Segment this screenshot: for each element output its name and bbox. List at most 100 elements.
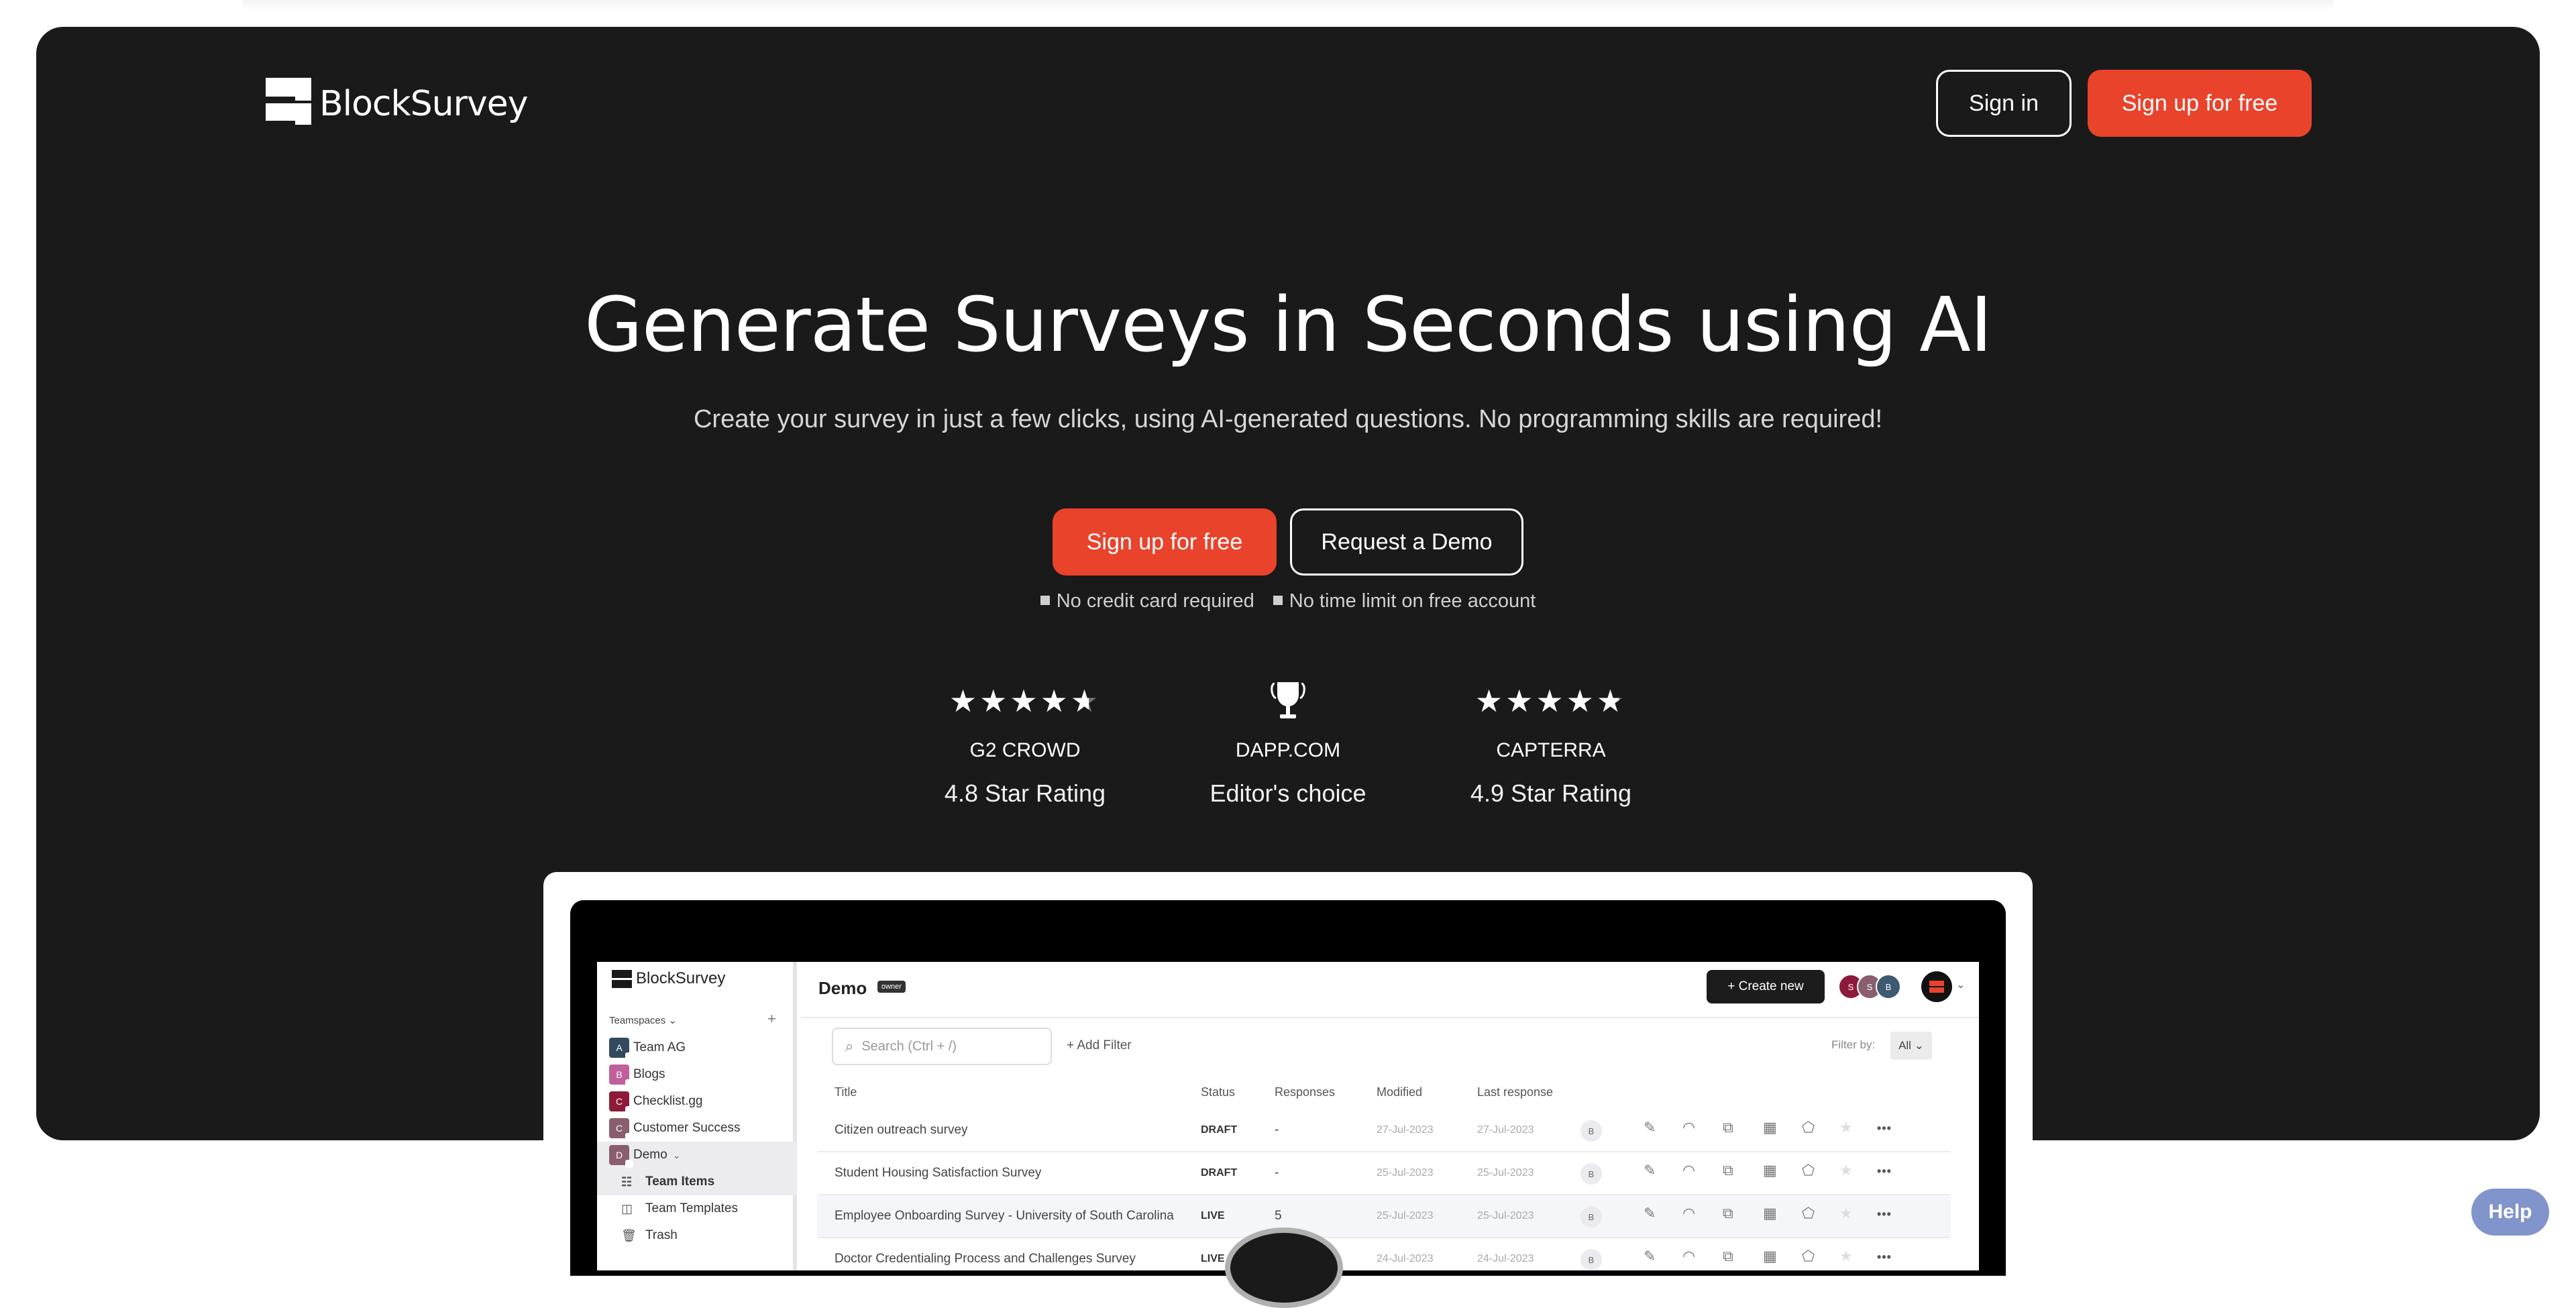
- user-menu-avatar[interactable]: [1921, 971, 1952, 1002]
- bullet-square-icon: [1040, 596, 1050, 606]
- edit-icon[interactable]: ✎: [1644, 1119, 1656, 1136]
- star-icon[interactable]: ★: [1839, 1162, 1853, 1179]
- preview-icon[interactable]: ◠: [1682, 1248, 1695, 1265]
- help-button[interactable]: Help: [2471, 1189, 2549, 1236]
- add-teamspace-icon[interactable]: +: [767, 1010, 776, 1028]
- table-row[interactable]: Doctor Credentialing Process and Challen…: [817, 1238, 1951, 1270]
- column-header[interactable]: Title: [835, 1085, 857, 1099]
- row-modified: 24-Jul-2023: [1377, 1253, 1434, 1264]
- sign-in-button[interactable]: Sign in: [1936, 70, 2072, 137]
- more-options-icon[interactable]: •••: [1877, 1207, 1892, 1221]
- avatar: B: [1876, 974, 1901, 999]
- app-preview: BlockSurvey Teamspaces ⌄ + A Team AG B B…: [597, 962, 1979, 1270]
- row-title[interactable]: Doctor Credentialing Process and Challen…: [835, 1252, 1136, 1266]
- teamspace-avatar: B: [609, 1065, 633, 1087]
- rating-capterra: ★★★★★ CAPTERRA 4.9 Star Rating: [1419, 677, 1682, 808]
- nav-sign-up-button[interactable]: Sign up for free: [2088, 70, 2312, 137]
- sidebar-item-team-templates[interactable]: ◫ Team Templates: [621, 1195, 797, 1222]
- video-play-button[interactable]: [1225, 1228, 1343, 1308]
- signup-notes: No credit card required No time limit on…: [0, 590, 2576, 612]
- row-status: DRAFT: [1201, 1124, 1238, 1136]
- tag-icon[interactable]: ⬠: [1802, 1205, 1815, 1222]
- tag-icon[interactable]: ⬠: [1802, 1119, 1815, 1136]
- tag-icon[interactable]: ⬠: [1802, 1248, 1815, 1265]
- row-last-response: 24-Jul-2023: [1477, 1253, 1534, 1264]
- more-options-icon[interactable]: •••: [1877, 1164, 1892, 1179]
- teamspace-item[interactable]: C Customer Success: [609, 1115, 797, 1142]
- sidebar-item-trash[interactable]: 🗑 Trash: [621, 1222, 797, 1249]
- note-item: No time limit on free account: [1273, 590, 1536, 612]
- sidebar-item-team-items[interactable]: ☷ Team Items: [597, 1168, 797, 1195]
- star-icon[interactable]: ★: [1839, 1119, 1853, 1136]
- hero-sign-up-button[interactable]: Sign up for free: [1053, 508, 1277, 576]
- star-icon[interactable]: ★: [1839, 1248, 1853, 1265]
- search-input[interactable]: ⌕ Search (Ctrl + /): [832, 1028, 1052, 1065]
- duplicate-icon[interactable]: ⧉: [1723, 1119, 1733, 1136]
- table-row[interactable]: Citizen outreach survey DRAFT - 27-Jul-2023…: [817, 1109, 1951, 1152]
- duplicate-icon[interactable]: ⧉: [1723, 1248, 1733, 1265]
- table-row[interactable]: Employee Onboarding Survey - University …: [817, 1195, 1951, 1238]
- row-last-response: 25-Jul-2023: [1477, 1210, 1534, 1221]
- row-title[interactable]: Citizen outreach survey: [835, 1123, 968, 1138]
- edit-icon[interactable]: ✎: [1644, 1205, 1656, 1222]
- teamspace-item[interactable]: B Blogs: [609, 1061, 797, 1088]
- duplicate-icon[interactable]: ⧉: [1723, 1162, 1733, 1179]
- column-header[interactable]: Status: [1201, 1085, 1235, 1099]
- results-icon[interactable]: ▦: [1763, 1205, 1777, 1222]
- row-status: DRAFT: [1201, 1167, 1238, 1179]
- hero-headline: Generate Surveys in Seconds using AI: [584, 282, 1992, 369]
- role-badge: owner: [877, 981, 906, 993]
- teamspace-item[interactable]: A Team AG: [609, 1034, 797, 1061]
- rating-source: CAPTERRA: [1496, 739, 1606, 761]
- column-header[interactable]: Modified: [1377, 1085, 1422, 1099]
- row-title[interactable]: Employee Onboarding Survey - University …: [835, 1209, 1174, 1223]
- row-last-response: 27-Jul-2023: [1477, 1124, 1534, 1136]
- bullet-square-icon: [1273, 596, 1283, 606]
- teamspace-item[interactable]: C Checklist.gg: [609, 1088, 797, 1115]
- teamspace-avatar: C: [609, 1091, 633, 1114]
- ratings-row: ★★★★★ G2 CROWD 4.8 Star Rating DAPP.COM …: [0, 677, 2576, 808]
- table-row[interactable]: Student Housing Satisfaction Survey DRAFT…: [817, 1152, 1951, 1195]
- results-icon[interactable]: ▦: [1763, 1119, 1777, 1136]
- filter-select[interactable]: All ⌄: [1890, 1032, 1932, 1060]
- star-icon[interactable]: ★: [1839, 1205, 1853, 1222]
- edit-icon[interactable]: ✎: [1644, 1248, 1656, 1265]
- request-demo-button[interactable]: Request a Demo: [1290, 508, 1523, 576]
- tag-icon[interactable]: ⬠: [1802, 1162, 1815, 1179]
- preview-icon[interactable]: ◠: [1682, 1119, 1695, 1136]
- rating-g2: ★★★★★ G2 CROWD 4.8 Star Rating: [894, 677, 1157, 808]
- member-avatars[interactable]: S S B: [1838, 974, 1901, 999]
- preview-icon[interactable]: ◠: [1682, 1162, 1695, 1179]
- column-header[interactable]: Responses: [1275, 1085, 1335, 1099]
- preview-icon[interactable]: ◠: [1682, 1205, 1695, 1222]
- teamspace-avatar: C: [609, 1118, 633, 1141]
- search-icon: ⌕: [845, 1038, 854, 1054]
- row-responses: -: [1275, 1166, 1279, 1180]
- owner-avatar: B: [1580, 1249, 1602, 1270]
- top-edge: [241, 0, 2334, 11]
- blocksurvey-logo-icon: [612, 969, 632, 989]
- teamspace-item-demo[interactable]: D Demo ⌄: [597, 1142, 797, 1168]
- results-icon[interactable]: ▦: [1763, 1162, 1777, 1179]
- row-title[interactable]: Student Housing Satisfaction Survey: [835, 1166, 1041, 1181]
- header-divider: [801, 1017, 1979, 1018]
- edit-icon[interactable]: ✎: [1644, 1162, 1656, 1179]
- brand-logo[interactable]: BlockSurvey: [266, 78, 529, 125]
- row-modified: 25-Jul-2023: [1377, 1210, 1434, 1221]
- blocksurvey-logo-icon: [266, 78, 311, 125]
- rating-label: 4.8 Star Rating: [944, 779, 1106, 807]
- chevron-down-icon: ⌄: [672, 1149, 681, 1160]
- list-icon: ☷: [621, 1175, 633, 1189]
- chevron-down-icon[interactable]: ⌄: [1956, 978, 1965, 991]
- preview-main: Demo owner + Create new S S B ⌄ ⌕ Search…: [801, 962, 1979, 1270]
- teamspaces-header[interactable]: Teamspaces ⌄: [609, 1014, 677, 1026]
- trash-icon: 🗑: [621, 1228, 637, 1242]
- duplicate-icon[interactable]: ⧉: [1723, 1205, 1733, 1222]
- row-responses: 5: [1275, 1209, 1282, 1223]
- add-filter-button[interactable]: + Add Filter: [1067, 1038, 1132, 1053]
- results-icon[interactable]: ▦: [1763, 1248, 1777, 1265]
- rating-label: 4.9 Star Rating: [1470, 779, 1632, 807]
- column-header[interactable]: Last response: [1477, 1085, 1553, 1099]
- create-new-button[interactable]: + Create new: [1707, 970, 1825, 1003]
- more-options-icon[interactable]: •••: [1877, 1122, 1892, 1136]
